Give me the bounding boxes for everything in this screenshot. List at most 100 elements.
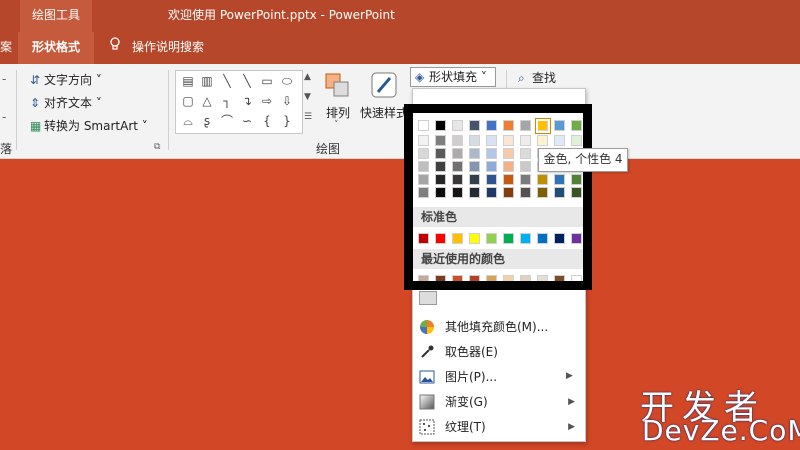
theme-shade-swatch[interactable] [554,135,565,146]
theme-shade-swatch[interactable] [571,174,582,185]
theme-color-swatch[interactable] [435,120,446,131]
theme-shade-swatch[interactable] [537,135,548,146]
theme-shade-swatch[interactable] [452,148,463,159]
theme-shade-swatch[interactable] [554,187,565,198]
find-button[interactable]: ⌕ 查找 [518,69,556,86]
theme-shade-swatch[interactable] [435,187,446,198]
convert-smartart-button[interactable]: ▦ 转换为 SmartArt ˅ [30,117,148,134]
standard-color-swatch[interactable] [435,233,446,244]
more-fill-colors-item[interactable]: 其他填充颜色(M)... [413,315,585,339]
texture-fill-item[interactable]: 纹理(T) ▶ [413,415,585,439]
standard-color-swatch[interactable] [418,233,429,244]
theme-shade-swatch[interactable] [469,187,480,198]
theme-color-swatch[interactable] [503,120,514,131]
theme-shade-swatch[interactable] [520,187,531,198]
shapes-gallery[interactable]: ▤ ▥ ╲ ╲ ▭ ⬭ ▢ △ ┐ ↴ ⇨ ⇩ ⌓ ʂ ⌒ ∽ { } [175,70,303,134]
theme-shade-swatch[interactable] [571,187,582,198]
standard-color-swatch[interactable] [520,233,531,244]
recent-color-swatch[interactable] [520,275,531,286]
theme-shade-swatch[interactable] [520,148,531,159]
theme-shade-swatch[interactable] [503,148,514,159]
theme-color-swatch[interactable] [571,120,582,131]
shape-arc-icon[interactable]: ⌒ [218,113,236,129]
theme-shade-swatch[interactable] [503,135,514,146]
theme-shade-swatch[interactable] [520,174,531,185]
standard-color-swatch[interactable] [503,233,514,244]
shape-scribble-icon[interactable]: ʂ [198,113,216,129]
shape-fill-button[interactable]: ◈ 形状填充 ˅ [410,67,496,87]
theme-color-swatch[interactable] [469,120,480,131]
theme-shade-swatch[interactable] [435,148,446,159]
shape-rounded-rect-icon[interactable]: ▢ [179,93,197,109]
shape-triangle-icon[interactable]: △ [198,93,216,109]
shape-line-2-icon[interactable]: ╲ [238,73,256,89]
arrange-button[interactable]: 排列 [326,104,350,121]
gallery-scroll-down-icon[interactable]: ▼ [304,92,311,102]
theme-shade-swatch[interactable] [486,135,497,146]
recent-color-swatch[interactable] [469,275,480,286]
theme-shade-swatch[interactable] [452,135,463,146]
gallery-more-icon[interactable]: ☰ [304,112,312,122]
gallery-scroll-up-icon[interactable]: ▲ [304,72,311,82]
recent-color-swatch[interactable] [554,275,565,286]
theme-shade-swatch[interactable] [418,148,429,159]
theme-shade-swatch[interactable] [435,161,446,172]
theme-shade-swatch[interactable] [503,187,514,198]
theme-shade-swatch[interactable] [418,187,429,198]
tab-partial[interactable]: 案 [0,32,12,62]
theme-shade-swatch[interactable] [486,187,497,198]
theme-shade-swatch[interactable] [503,161,514,172]
eyedropper-item[interactable]: 取色器(E) [413,340,585,364]
shape-line-icon[interactable]: ╲ [218,73,236,89]
shape-curve-icon[interactable]: ∽ [238,113,256,129]
theme-shade-swatch[interactable] [520,135,531,146]
shape-rectangle-icon[interactable]: ▭ [258,73,276,89]
theme-shade-swatch[interactable] [418,161,429,172]
recent-color-swatch[interactable] [571,275,582,286]
dialog-launcher-icon[interactable]: ⧉ [154,142,160,152]
theme-shade-swatch[interactable] [554,174,565,185]
quick-styles-button[interactable]: 快速样式 [360,104,408,121]
text-direction-button[interactable]: ⇵ 文字方向 ˅ [30,71,102,88]
theme-shade-swatch[interactable] [452,161,463,172]
no-fill-icon[interactable] [419,291,437,305]
theme-shade-swatch[interactable] [486,161,497,172]
standard-color-swatch[interactable] [554,233,565,244]
theme-shade-swatch[interactable] [452,174,463,185]
tell-me-search[interactable]: 操作说明搜索 [108,32,204,62]
shape-elbow-connector-icon[interactable]: ┐ [218,93,236,109]
theme-color-swatch[interactable] [520,120,531,131]
shape-right-arrow-icon[interactable]: ⇨ [258,93,276,109]
recent-color-swatch[interactable] [418,275,429,286]
standard-color-swatch[interactable] [452,233,463,244]
shape-oval-icon[interactable]: ⬭ [278,73,296,89]
align-text-button[interactable]: ⇕ 对齐文本 ˅ [30,94,102,111]
theme-shade-swatch[interactable] [571,135,582,146]
theme-shade-swatch[interactable] [469,174,480,185]
standard-color-swatch[interactable] [469,233,480,244]
theme-shade-swatch[interactable] [452,187,463,198]
theme-shade-swatch[interactable] [469,135,480,146]
theme-shade-swatch[interactable] [435,135,446,146]
standard-color-swatch[interactable] [571,233,582,244]
theme-shade-swatch[interactable] [503,174,514,185]
recent-color-swatch[interactable] [486,275,497,286]
gradient-fill-item[interactable]: 渐变(G) ▶ [413,390,585,414]
picture-fill-item[interactable]: 图片(P)... [413,365,585,389]
theme-shade-swatch[interactable] [418,135,429,146]
shape-brace-left-icon[interactable]: { [258,113,276,129]
theme-shade-swatch[interactable] [537,187,548,198]
standard-color-swatch[interactable] [537,233,548,244]
theme-shade-swatch[interactable] [418,174,429,185]
theme-shade-swatch[interactable] [486,148,497,159]
theme-color-swatch[interactable] [554,120,565,131]
recent-color-swatch[interactable] [503,275,514,286]
theme-shade-swatch[interactable] [469,148,480,159]
arrange-dropdown-icon[interactable]: ˅ [334,120,339,130]
drawing-tools-context-tab[interactable]: 绘图工具 [20,0,92,32]
theme-color-swatch[interactable] [418,120,429,131]
shape-down-arrow-icon[interactable]: ⇩ [278,93,296,109]
theme-shade-swatch[interactable] [520,161,531,172]
theme-shade-swatch[interactable] [486,174,497,185]
theme-color-swatch[interactable] [486,120,497,131]
